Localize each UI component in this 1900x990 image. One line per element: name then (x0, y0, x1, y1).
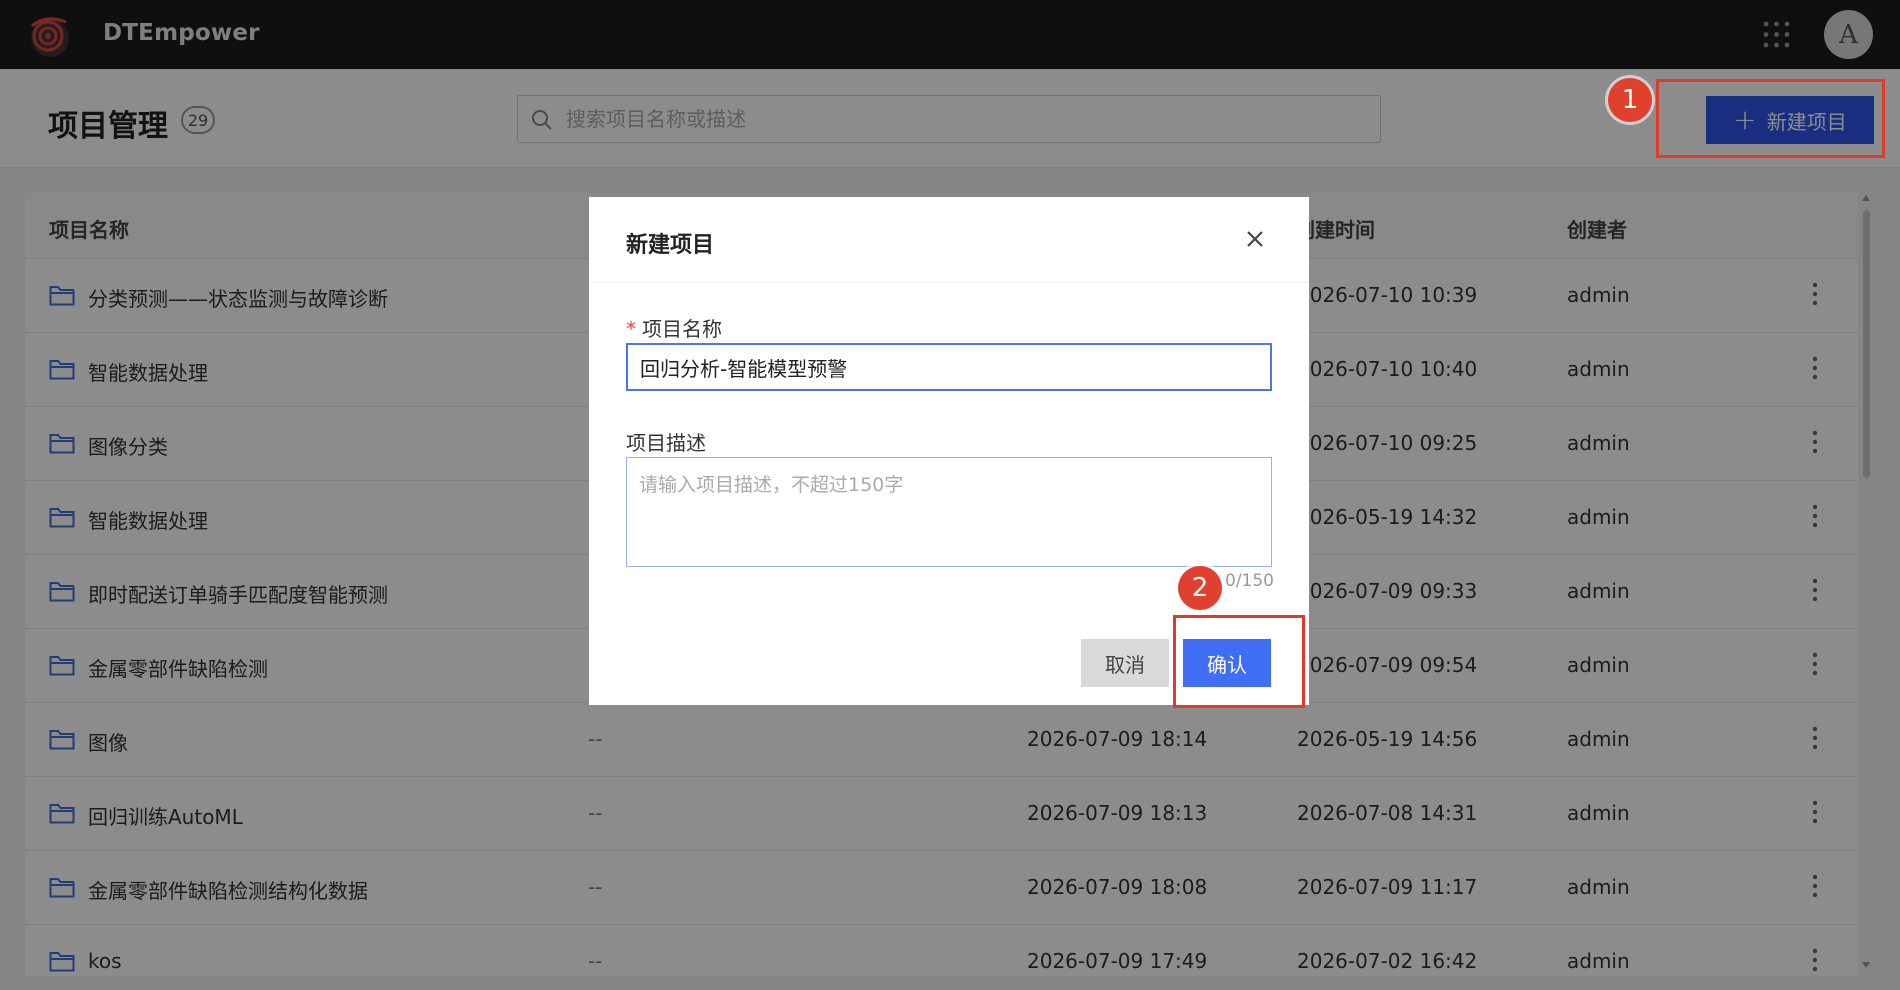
close-icon[interactable] (1244, 228, 1266, 250)
project-description-input[interactable] (626, 457, 1272, 567)
highlight-box-confirm (1173, 615, 1305, 708)
step-badge-1: 1 (1608, 78, 1652, 122)
step-badge-2: 2 (1178, 566, 1222, 610)
cancel-button[interactable]: 取消 (1081, 639, 1169, 687)
project-name-label: * 项目名称 (626, 313, 722, 342)
description-char-count: 0/150 (1225, 571, 1274, 591)
project-description-label: 项目描述 (626, 431, 706, 455)
required-mark: * (626, 317, 636, 341)
project-name-label-text: 项目名称 (642, 317, 722, 341)
highlight-box-new-project (1656, 79, 1885, 158)
dialog-header: 新建项目 (589, 197, 1309, 283)
project-name-input[interactable] (626, 343, 1272, 391)
dialog-title: 新建项目 (626, 233, 715, 258)
